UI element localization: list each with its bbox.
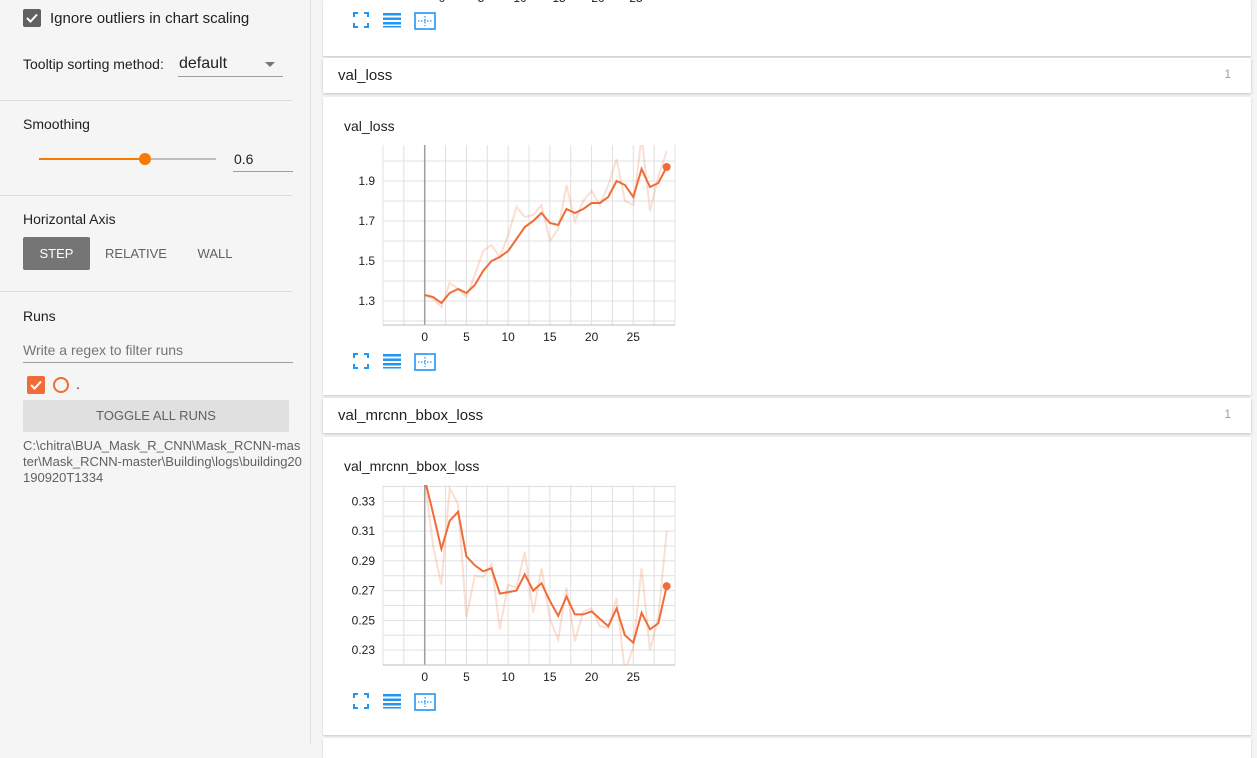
- series-group: [424, 145, 668, 309]
- x-tick-label: 20: [585, 330, 599, 344]
- smoothed-series-line: [424, 166, 668, 305]
- group-count: 1: [1224, 67, 1231, 81]
- chart-card-val-mrcnn-bbox-loss: val_mrcnn_bbox_loss 0.23 0.25 0.27 0.29 0.31…: [323, 437, 1251, 735]
- group-header-val-loss[interactable]: val_loss 1: [323, 58, 1251, 93]
- run-path: C:\chitra\BUA_Mask_R_CNN\Mask_RCNN-maste…: [23, 438, 302, 485]
- chart-val-loss[interactable]: 1.3 1.5 1.7 1.9 0 5 10 15 20 25: [323, 141, 703, 347]
- x-tick-label: 5: [463, 670, 470, 684]
- run-filter-input[interactable]: Write a regex to filter runs: [23, 338, 293, 363]
- run-name: .: [76, 376, 80, 392]
- raw-series-line: [424, 485, 668, 665]
- axis-wall-button[interactable]: WALL: [186, 237, 244, 270]
- tick-label: 5: [478, 0, 485, 3]
- y-tick-label: 1.3: [358, 294, 375, 308]
- smoothing-slider-fill: [39, 158, 146, 160]
- fullscreen-icon[interactable]: [353, 353, 369, 369]
- axis-step-button[interactable]: STEP: [23, 237, 90, 270]
- data-table-icon[interactable]: [382, 12, 402, 28]
- y-tick-label: 1.5: [358, 254, 375, 268]
- last-point-marker: [662, 582, 671, 591]
- chart-title: val_mrcnn_bbox_loss: [344, 458, 480, 474]
- y-tick-label: 0.29: [352, 554, 376, 568]
- tick-label: 10: [513, 0, 527, 3]
- y-tick-label: 0.31: [352, 524, 376, 538]
- chart-card-partial: 0 5 10 15 20 25: [323, 0, 1251, 56]
- tick-label: 25: [629, 0, 643, 3]
- divider: [0, 100, 292, 101]
- chart-title: val_loss: [344, 118, 395, 134]
- tooltip-sorting-select[interactable]: default: [178, 52, 283, 77]
- group-title: val_mrcnn_bbox_loss: [338, 407, 484, 424]
- toggle-all-runs-button[interactable]: TOGGLE ALL RUNS: [23, 400, 289, 432]
- x-tick-label: 10: [501, 670, 515, 684]
- fullscreen-icon[interactable]: [353, 693, 369, 709]
- tick-label: 15: [552, 0, 566, 3]
- tick-label: 0: [439, 0, 446, 3]
- smoothing-slider[interactable]: [39, 153, 216, 165]
- x-tick-label: 20: [585, 670, 599, 684]
- chart-card-val-loss: val_loss 1.3 1.5 1.7 1.9 0 5 10 15 20 25: [323, 97, 1251, 395]
- horizontal-axis-title: Horizontal Axis: [23, 211, 116, 227]
- fullscreen-icon[interactable]: [353, 12, 369, 28]
- y-tick-label: 0.33: [352, 494, 376, 508]
- run-color-radio[interactable]: [53, 377, 69, 393]
- y-tick-label: 0.23: [352, 643, 376, 657]
- tick-label: 20: [591, 0, 605, 3]
- data-table-icon[interactable]: [382, 693, 402, 709]
- divider: [0, 291, 292, 292]
- group-header-val-mrcnn-bbox-loss[interactable]: val_mrcnn_bbox_loss 1: [323, 398, 1251, 433]
- chart-val-mrcnn-bbox-loss[interactable]: 0.23 0.25 0.27 0.29 0.31 0.33 0 5 10 15 20 25: [323, 481, 703, 687]
- tooltip-sorting-value: default: [179, 55, 228, 72]
- smoothing-slider-handle[interactable]: [139, 153, 152, 165]
- y-tick-label: 1.9: [358, 174, 375, 188]
- chevron-down-icon: [265, 62, 275, 67]
- divider: [0, 195, 292, 196]
- x-tick-label: 10: [501, 330, 515, 344]
- fit-domain-icon[interactable]: [414, 693, 436, 711]
- axis-relative-button[interactable]: RELATIVE: [100, 237, 172, 270]
- group-title: val_loss: [338, 67, 393, 84]
- sidebar: Ignore outliers in chart scaling Tooltip…: [0, 0, 311, 744]
- x-tick-label: 25: [627, 330, 641, 344]
- chart-card-partial: [323, 738, 1251, 758]
- ignore-outliers-label: Ignore outliers in chart scaling: [50, 10, 250, 27]
- last-point-marker: [662, 163, 671, 171]
- run-filter-placeholder: Write a regex to filter runs: [23, 342, 184, 358]
- smoothing-title: Smoothing: [23, 116, 90, 132]
- run-checkbox[interactable]: [27, 376, 45, 394]
- runs-title: Runs: [23, 308, 56, 324]
- x-tick-label: 25: [627, 670, 641, 684]
- data-table-icon[interactable]: [382, 353, 402, 369]
- x-tick-label: 0: [421, 670, 428, 684]
- fit-domain-icon[interactable]: [414, 353, 436, 371]
- x-tick-label: 5: [463, 330, 470, 344]
- group-count: 1: [1224, 407, 1231, 421]
- raw-series-line: [424, 145, 668, 309]
- check-icon: [30, 380, 42, 390]
- x-tick-label: 15: [543, 670, 557, 684]
- y-tick-label: 1.7: [358, 214, 375, 228]
- y-tick-label: 0.27: [352, 584, 376, 598]
- smoothed-series-line: [425, 485, 668, 645]
- x-tick-label: 15: [543, 330, 557, 344]
- smoothing-value: 0.6: [234, 151, 254, 167]
- smoothing-input[interactable]: 0.6: [233, 147, 293, 172]
- ignore-outliers-checkbox[interactable]: [23, 9, 41, 27]
- x-tick-label: 0: [421, 330, 428, 344]
- series-group: [424, 485, 668, 665]
- fit-domain-icon[interactable]: [414, 12, 436, 30]
- y-tick-label: 0.25: [352, 613, 376, 627]
- x-axis-partial: 0 5 10 15 20 25: [439, 0, 643, 3]
- tooltip-sorting-label: Tooltip sorting method:: [23, 56, 164, 72]
- check-icon: [26, 13, 38, 23]
